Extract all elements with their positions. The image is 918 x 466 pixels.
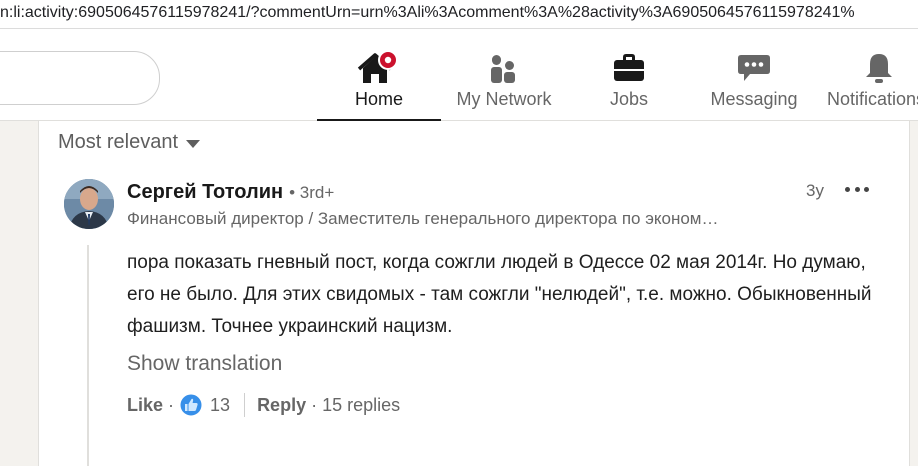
search-input[interactable] xyxy=(0,51,160,105)
comment-text: пора показать гневный пост, когда сожгли… xyxy=(127,252,872,337)
like-button[interactable]: Like xyxy=(127,395,163,416)
caret-down-icon xyxy=(186,139,201,148)
actions-divider xyxy=(244,393,246,417)
replies-count-link[interactable]: 15 replies xyxy=(322,395,400,416)
avatar[interactable] xyxy=(64,179,114,229)
comment-timestamp: 3y xyxy=(806,181,824,200)
author-headline: Финансовый директор / Заместитель генера… xyxy=(127,209,719,228)
like-reaction-icon[interactable] xyxy=(179,393,203,417)
more-dot-icon xyxy=(845,186,850,192)
url-text: n:li:activity:6905064576115978241/?comme… xyxy=(0,4,855,21)
network-icon xyxy=(487,51,521,90)
nav-notifications-label: Notifications xyxy=(827,89,918,109)
nav-messaging[interactable]: Messaging xyxy=(704,43,804,119)
sort-label: Most relevant xyxy=(58,131,179,153)
author-line: Сергей Тотолин • 3rd+ xyxy=(127,181,334,204)
nav-jobs[interactable]: Jobs xyxy=(588,43,670,119)
messaging-icon xyxy=(735,51,773,90)
author-name[interactable]: Сергей Тотолин xyxy=(127,181,283,204)
nav-my-network[interactable]: My Network xyxy=(444,43,564,119)
url-bar[interactable]: n:li:activity:6905064576115978241/?comme… xyxy=(0,0,918,29)
left-background xyxy=(0,121,38,459)
sort-dropdown[interactable]: Most relevant xyxy=(58,131,201,154)
comment-actions: Like · 13 Reply · 15 replies xyxy=(127,393,400,417)
reply-separator: · xyxy=(311,394,318,415)
show-translation-button[interactable]: Show translation xyxy=(127,352,282,376)
like-separator: · xyxy=(168,394,175,415)
nav-jobs-label: Jobs xyxy=(609,89,649,109)
jobs-icon xyxy=(611,51,647,90)
more-options-button[interactable] xyxy=(845,179,869,199)
nav-my-network-label: My Network xyxy=(456,89,552,109)
more-dot-icon xyxy=(864,186,869,192)
comment-card: Most relevant Сергей Тотолин • 3rd+ Фина… xyxy=(38,121,910,466)
nav-messaging-label: Messaging xyxy=(710,89,798,109)
connection-degree: • 3rd+ xyxy=(289,183,335,202)
nav-notifications[interactable]: Notifications xyxy=(827,43,918,119)
thread-line xyxy=(87,245,89,466)
reply-button[interactable]: Reply xyxy=(257,395,306,416)
nav-home[interactable]: Home xyxy=(317,43,441,121)
more-dot-icon xyxy=(854,186,860,192)
bell-icon xyxy=(862,51,896,90)
home-icon xyxy=(355,50,403,92)
like-count[interactable]: 13 xyxy=(210,395,230,416)
global-nav: Home My Network Jobs Messaging Notificat… xyxy=(0,29,918,121)
nav-home-label: Home xyxy=(354,89,403,109)
